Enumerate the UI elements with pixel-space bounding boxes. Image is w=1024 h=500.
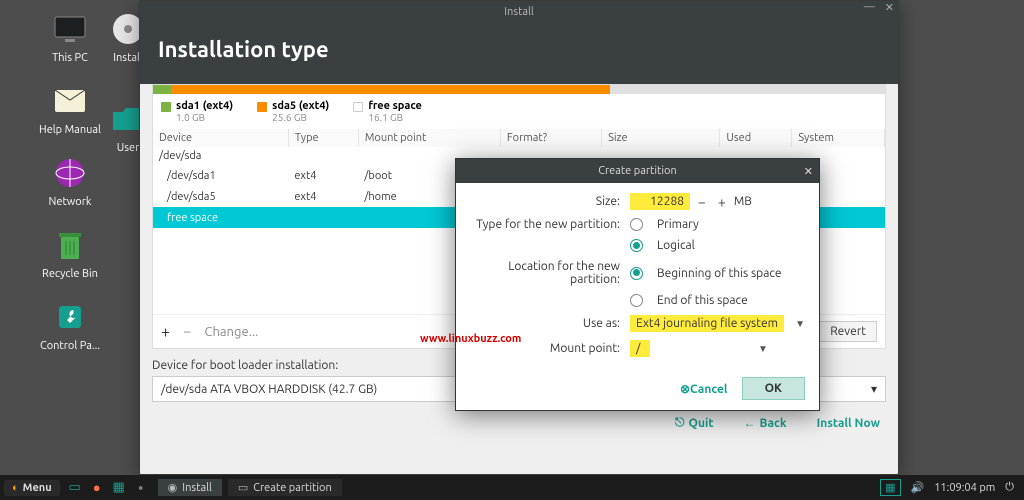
desktop-icon-label: Network: [49, 196, 92, 208]
desktop-icon-label: Help Manual: [39, 124, 101, 136]
add-button[interactable]: +: [161, 323, 170, 341]
window-titlebar[interactable]: Install — ✕: [140, 1, 898, 23]
useas-select[interactable]: Ext4 journaling file system: [630, 315, 784, 332]
taskbar-task-install[interactable]: ◉Install: [158, 479, 222, 496]
legend-free: free space16.1 GB: [353, 100, 422, 123]
install-now-button[interactable]: Install Now: [817, 416, 880, 430]
change-button[interactable]: Change...: [204, 325, 258, 339]
window-title: Install: [504, 6, 534, 18]
radio-primary[interactable]: [630, 218, 643, 231]
location-label: Location for the new partition:: [470, 260, 630, 286]
chevron-down-icon: ▾: [871, 382, 877, 396]
useas-label: Use as:: [470, 317, 630, 330]
mountpoint-select[interactable]: /: [630, 340, 650, 357]
legend-sda5: sda5 (ext4)25.6 GB: [257, 100, 329, 123]
taskbar-terminal-icon[interactable]: ▪: [131, 478, 151, 498]
size-unit: MB: [734, 195, 752, 208]
system-tray: ▦ 🔊 11:09:04 pm ⏻: [880, 479, 1020, 496]
close-icon[interactable]: ✕: [804, 165, 813, 178]
watermark: www.linuxbuzz.com: [420, 333, 521, 345]
radio-end[interactable]: [630, 294, 643, 307]
tray-clock[interactable]: 11:09:04 pm: [934, 482, 995, 494]
radio-beginning[interactable]: [630, 267, 643, 280]
disk-legend: sda1 (ext4)1.0 GB sda5 (ext4)25.6 GB fre…: [153, 94, 885, 129]
taskbar-files-icon[interactable]: ▦: [109, 478, 129, 498]
dialog-actions: ⊗Cancel OK: [456, 367, 819, 410]
page-title: Installation type: [158, 37, 880, 62]
desktop-icons: This PC Install Help Manual User Network…: [0, 10, 140, 370]
remove-button[interactable]: –: [184, 325, 190, 339]
back-button[interactable]: ← Back: [744, 416, 787, 430]
desktop-icon-label: Control Pa...: [40, 340, 100, 352]
radio-logical[interactable]: [630, 239, 643, 252]
desktop-icon-label: Recycle Bin: [42, 268, 98, 280]
dialog-title: Create partition: [598, 165, 677, 177]
window-icon: ▭: [238, 481, 248, 494]
desktop-icon-control[interactable]: Control Pa...: [0, 298, 140, 352]
size-increment[interactable]: +: [718, 194, 726, 210]
close-icon[interactable]: ✕: [885, 1, 894, 14]
installer-header: Installation type: [140, 23, 898, 84]
dialog-titlebar[interactable]: Create partition ✕: [456, 159, 819, 183]
desktop-icon-label: This PC: [52, 52, 88, 64]
legend-sda1: sda1 (ext4)1.0 GB: [161, 100, 233, 123]
size-label: Size:: [470, 195, 630, 208]
revert-button[interactable]: Revert: [819, 321, 877, 342]
desktop-icon-label: User: [117, 142, 140, 154]
cancel-button[interactable]: ⊗Cancel: [680, 382, 728, 396]
taskbar-desktop-icon[interactable]: ▭: [65, 478, 85, 498]
tray-power-icon[interactable]: ⏻: [1005, 481, 1014, 494]
minimize-icon[interactable]: —: [864, 1, 875, 14]
disc-icon: ◉: [168, 481, 178, 494]
ok-button[interactable]: OK: [742, 377, 805, 400]
desktop-icon-recycle[interactable]: Recycle Bin: [0, 226, 140, 280]
menu-button[interactable]: ◐Menu: [4, 480, 60, 496]
trash-icon: [50, 226, 90, 264]
globe-icon: [50, 154, 90, 192]
taskbar-task-create-partition[interactable]: ▭Create partition: [228, 479, 342, 496]
chevron-down-icon: ▼: [758, 343, 768, 355]
monitor-icon: [50, 10, 90, 48]
chevron-down-icon: ▼: [795, 318, 805, 330]
wrench-icon: [50, 298, 90, 336]
disk-usage-bar: [153, 85, 885, 94]
window-controls: — ✕: [864, 1, 894, 14]
tray-volume-icon[interactable]: 🔊: [911, 481, 925, 494]
size-decrement[interactable]: −: [698, 194, 706, 210]
taskbar: ◐Menu ▭ ● ▦ ▪ ◉Install ▭Create partition…: [0, 475, 1024, 500]
quit-button[interactable]: ⎋ Quit: [675, 416, 713, 430]
partition-type-label: Type for the new partition:: [470, 218, 630, 231]
disk-seg-free: [610, 85, 885, 94]
create-partition-dialog: Create partition ✕ Size: 12288 −+ MB Typ…: [455, 158, 820, 411]
size-input[interactable]: 12288: [630, 193, 690, 210]
desktop-icon-network[interactable]: Network: [0, 154, 140, 208]
disk-seg-sda5: [171, 85, 610, 94]
taskbar-firefox-icon[interactable]: ●: [87, 478, 107, 498]
map-icon: [50, 82, 90, 120]
disk-seg-sda1: [153, 85, 171, 94]
table-header-row: DeviceTypeMount pointFormat?SizeUsedSyst…: [153, 129, 885, 147]
tray-folder-icon[interactable]: ▦: [880, 479, 900, 496]
